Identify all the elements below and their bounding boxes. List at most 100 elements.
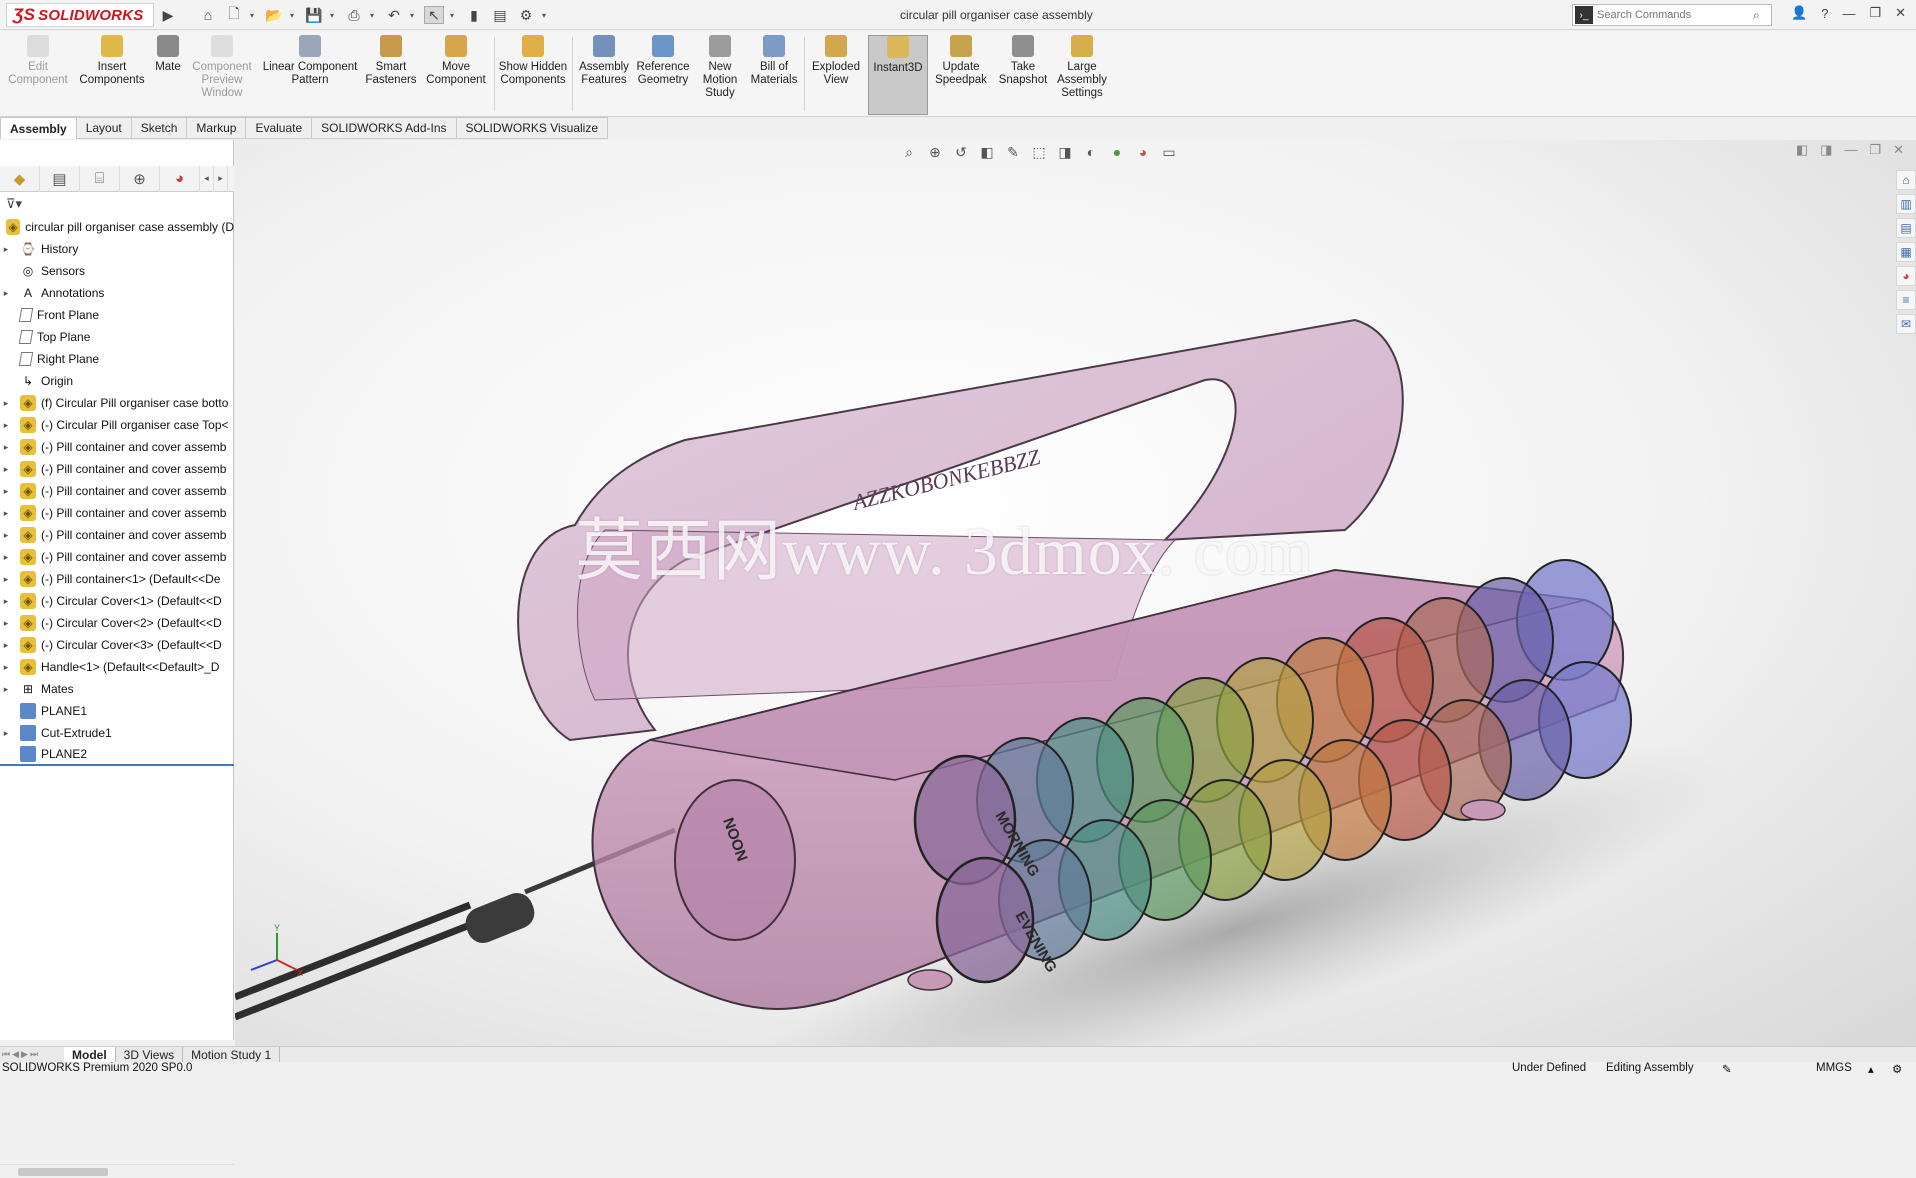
tab-visualize[interactable]: SOLIDWORKS Visualize [456,117,609,139]
expand-arrow-icon[interactable]: ▸ [0,552,12,563]
user-icon[interactable]: 👤 [1791,5,1807,21]
notifications-icon[interactable]: ⚙ [1892,1062,1902,1076]
tree-item-cut-extrude[interactable]: ▸ Cut-Extrude1 [0,722,234,744]
chevron-down-icon[interactable]: ▾ [250,11,258,20]
tab-markup[interactable]: Markup [187,117,247,139]
chevron-down-icon[interactable]: ▾ [450,11,458,20]
instant3d-button[interactable]: Instant3D [868,35,928,115]
chevron-down-icon[interactable]: ▾ [290,11,298,20]
tree-item-pill-assembly[interactable]: ▸ ◈ (-) Pill container and cover assemb [0,436,234,458]
help-icon[interactable]: ? [1821,6,1828,21]
close-icon[interactable]: ✕ [1895,5,1906,21]
expand-arrow-icon[interactable]: ▸ [0,728,12,739]
expand-arrow-icon[interactable]: ▸ [0,244,12,255]
expand-arrow-icon[interactable]: ▸ [0,596,12,607]
tree-item-front-plane[interactable]: Front Plane [0,304,234,326]
expand-arrow-icon[interactable]: ▸ [0,288,12,299]
search-commands[interactable]: ›_ ⌕ [1572,4,1772,26]
mate-button[interactable]: Mate [150,35,186,115]
chevron-right-icon[interactable]: ▸ [214,165,228,192]
expand-menu-icon[interactable]: ▶ [158,6,178,24]
first-tab-icon[interactable]: ⏮ [2,1049,10,1060]
tree-item-top-plane[interactable]: Top Plane [0,326,234,348]
traffic-light-icon[interactable]: ▮ [464,6,484,24]
expand-arrow-icon[interactable]: ▸ [0,530,12,541]
tab-model[interactable]: Model [64,1046,116,1063]
linear-pattern-button[interactable]: Linear Component Pattern [258,35,362,115]
search-icon[interactable]: ⌕ [1753,8,1771,23]
graphics-area[interactable]: ⌕ ⊕ ↺ ◧ ✎ ⬚ ◨ ◐ ● ◕ ▭ ◧ ◨ — ❐ ✕ ⌂ ▥ ▤ ▦ … [235,140,1916,1046]
take-snapshot-button[interactable]: Take Snapshot [994,35,1052,115]
tree-item-circular-cover[interactable]: ▸ ◈ (-) Circular Cover<3> (Default<<D [0,634,234,656]
chevron-down-icon[interactable]: ▾ [370,11,378,20]
tree-item-handle[interactable]: ▸ ◈ Handle<1> (Default<<Default>_D [0,656,234,678]
filter-icon[interactable]: ⊽▾ [6,196,22,212]
chevron-down-icon[interactable]: ▾ [410,11,418,20]
last-tab-icon[interactable]: ⏭ [30,1049,38,1060]
save-icon[interactable]: 💾 [304,6,324,24]
tree-item-circular-cover[interactable]: ▸ ◈ (-) Circular Cover<2> (Default<<D [0,612,234,634]
tab-3d-views[interactable]: 3D Views [116,1046,184,1063]
component-preview-button[interactable]: Component Preview Window [188,35,256,115]
print-icon[interactable]: ⎙ [344,6,364,24]
tree-root[interactable]: ◈ circular pill organiser case assembly (… [0,216,234,238]
tree-item-pill-container[interactable]: ▸ ◈ (-) Pill container<1> (Default<<De [0,568,234,590]
expand-arrow-icon[interactable]: ▸ [0,662,12,673]
property-manager-tab-icon[interactable]: ▤ [40,165,80,192]
tree-item-pill-assembly[interactable]: ▸ ◈ (-) Pill container and cover assemb [0,458,234,480]
tab-evaluate[interactable]: Evaluate [246,117,313,139]
minimize-icon[interactable]: — [1842,6,1855,21]
expand-arrow-icon[interactable]: ▸ [0,486,12,497]
move-component-button[interactable]: Move Component [422,35,490,115]
restore-icon[interactable]: ❐ [1869,5,1881,21]
tree-item-pill-assembly[interactable]: ▸ ◈ (-) Pill container and cover assemb [0,480,234,502]
tree-item-case-top[interactable]: ▸ ◈ (-) Circular Pill organiser case Top< [0,414,234,436]
options-gear-icon[interactable]: ⚙ [516,6,536,24]
tab-motion-study[interactable]: Motion Study 1 [183,1046,281,1063]
tree-item-history[interactable]: ▸ ⌚ History [0,238,234,260]
configuration-manager-tab-icon[interactable]: ⌸ [80,165,120,192]
tab-assembly[interactable]: Assembly [0,117,77,139]
chevron-down-icon[interactable]: ▾ [330,11,338,20]
exploded-view-button[interactable]: Exploded View [808,35,864,115]
expand-arrow-icon[interactable]: ▸ [0,684,12,695]
home-icon[interactable]: ⌂ [198,6,218,24]
expand-arrow-icon[interactable]: ▸ [0,640,12,651]
tab-layout[interactable]: Layout [76,117,132,139]
expand-arrow-icon[interactable]: ▸ [0,420,12,431]
units-selector[interactable]: MMGS [1816,1062,1852,1074]
tab-addins[interactable]: SOLIDWORKS Add-Ins [312,117,457,139]
chevron-left-icon[interactable]: ◂ [200,165,214,192]
dimxpert-tab-icon[interactable]: ⊕ [120,165,160,192]
expand-arrow-icon[interactable]: ▸ [0,398,12,409]
tree-item-mates[interactable]: ▸ ⊞ Mates [0,678,234,700]
smart-fasteners-button[interactable]: Smart Fasteners [362,35,420,115]
tree-item-pill-assembly[interactable]: ▸ ◈ (-) Pill container and cover assemb [0,502,234,524]
next-tab-icon[interactable]: ▶ [21,1049,28,1060]
undo-icon[interactable]: ↶ [384,6,404,24]
new-motion-study-button[interactable]: New Motion Study [696,35,744,115]
tree-item-plane1[interactable]: PLANE1 [0,700,234,722]
expand-arrow-icon[interactable]: ▸ [0,618,12,629]
large-assembly-settings-button[interactable]: Large Assembly Settings [1054,35,1110,115]
tree-item-pill-assembly[interactable]: ▸ ◈ (-) Pill container and cover assemb [0,546,234,568]
tree-item-case-bottom[interactable]: ▸ ◈ (f) Circular Pill organiser case botto [0,392,234,414]
units-chevron-icon[interactable]: ▴ [1868,1062,1874,1076]
file-properties-icon[interactable]: ▤ [490,6,510,24]
feature-manager-tab-icon[interactable]: ◆ [0,165,40,192]
expand-arrow-icon[interactable]: ▸ [0,574,12,585]
new-document-icon[interactable]: 🗋 [224,5,244,24]
chevron-down-icon[interactable]: ▾ [542,11,550,20]
edit-component-button[interactable]: Edit Component [4,35,72,115]
prev-tab-icon[interactable]: ◀ [12,1049,19,1060]
tree-item-sensors[interactable]: ◎ Sensors [0,260,234,282]
open-folder-icon[interactable]: 📂 [264,6,284,24]
tab-sketch[interactable]: Sketch [131,117,188,139]
search-input[interactable] [1597,9,1753,21]
expand-arrow-icon[interactable]: ▸ [0,508,12,519]
scrollbar-thumb[interactable] [18,1168,108,1176]
reference-geometry-button[interactable]: Reference Geometry [634,35,692,115]
tree-item-annotations[interactable]: ▸ A Annotations [0,282,234,304]
display-manager-tab-icon[interactable]: ◕ [160,165,200,192]
expand-arrow-icon[interactable]: ▸ [0,464,12,475]
